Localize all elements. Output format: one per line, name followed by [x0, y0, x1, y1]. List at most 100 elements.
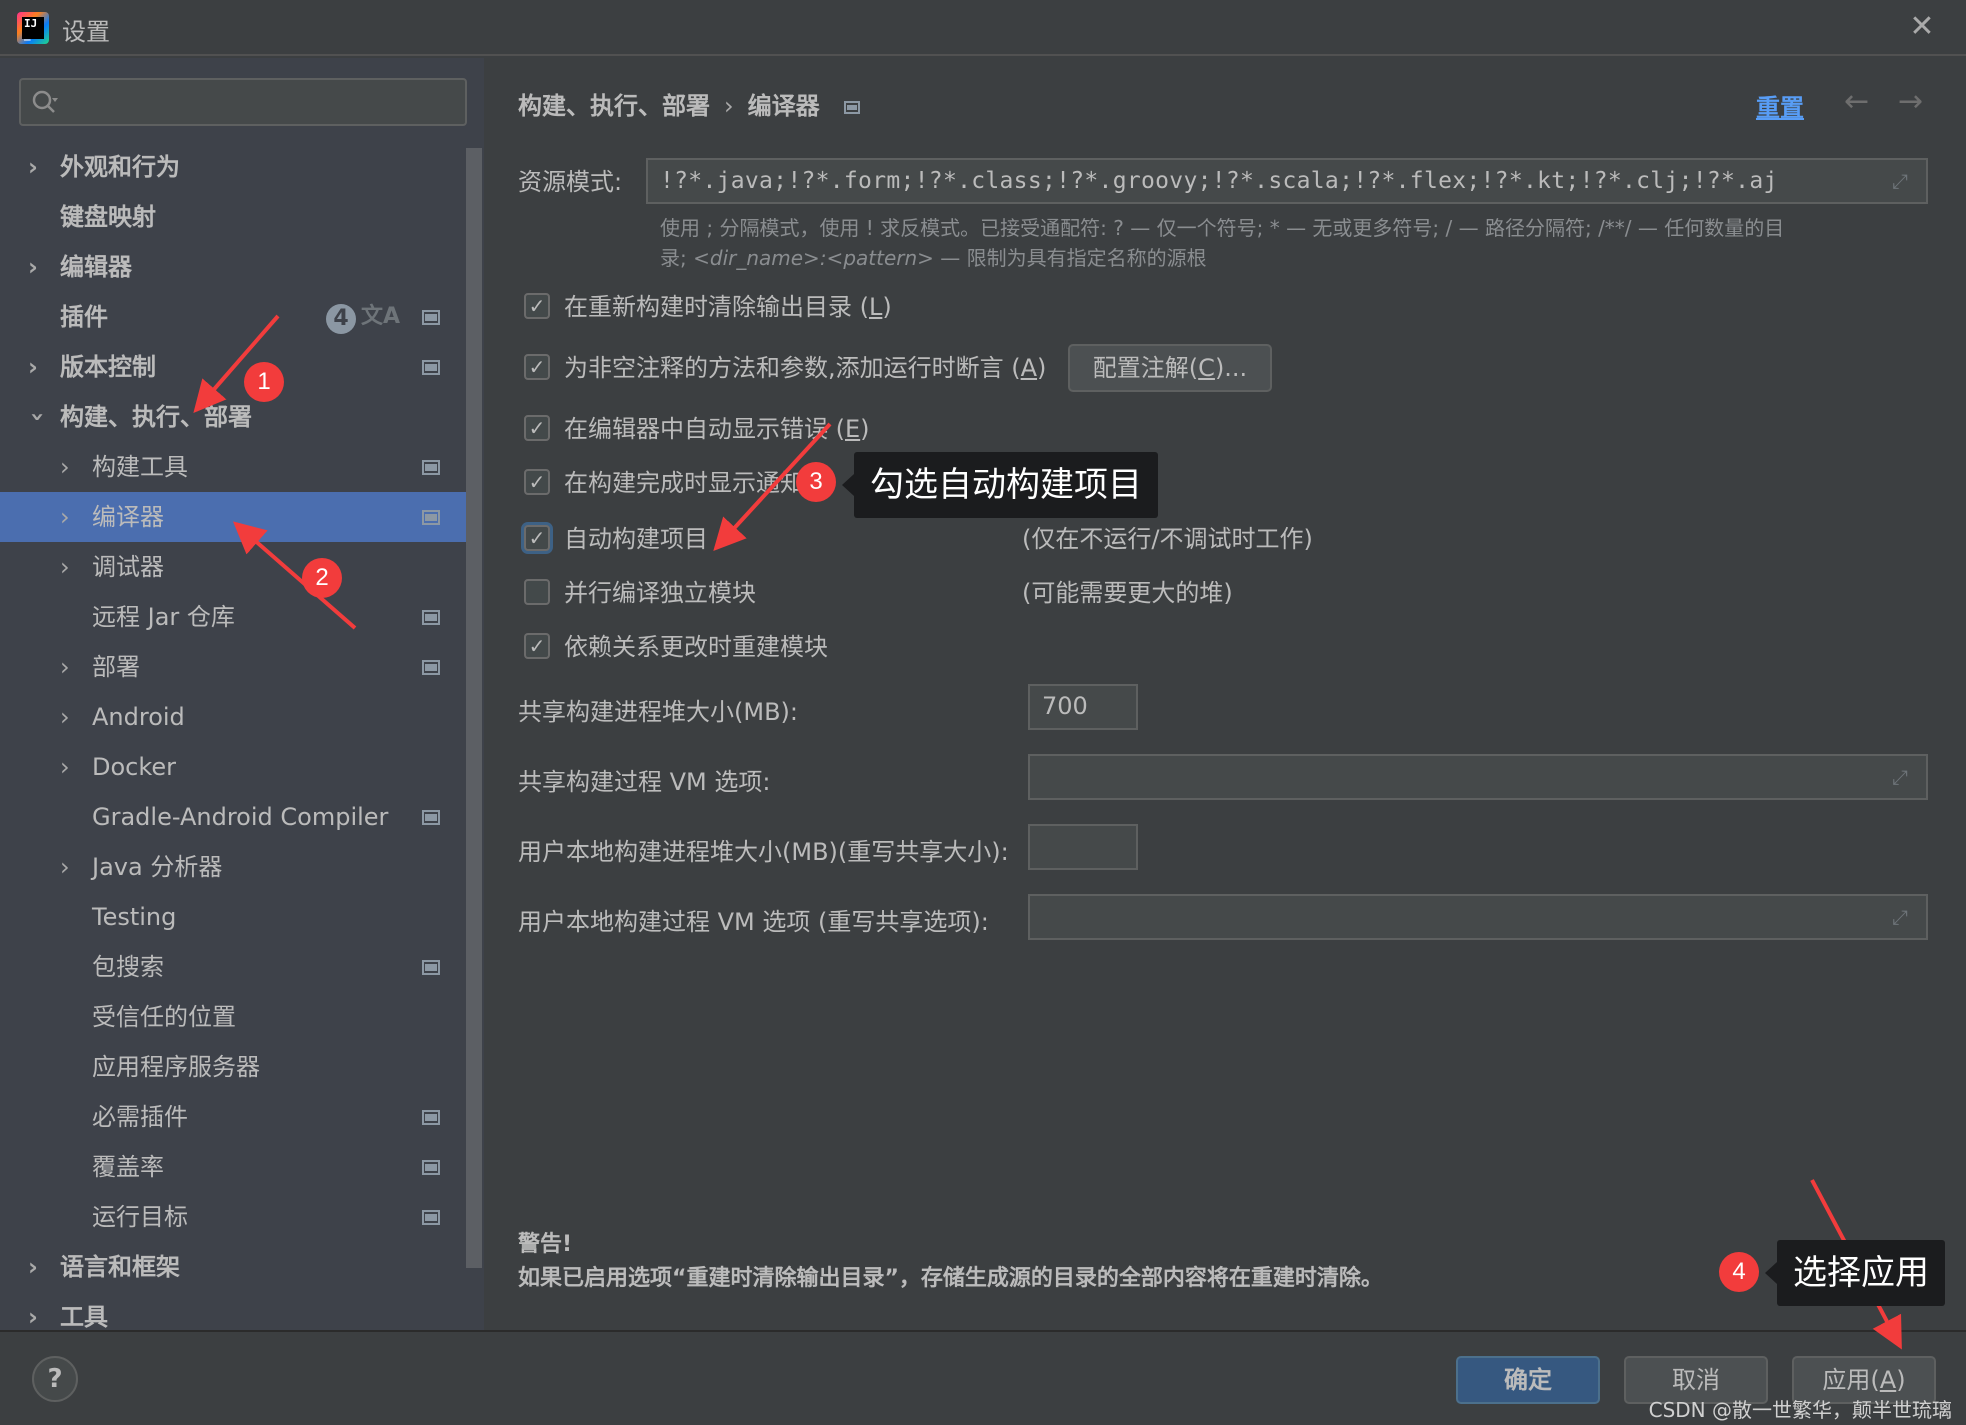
checkbox-checked-icon[interactable]: ✓ [524, 415, 550, 441]
tree-item-package-search[interactable]: 包搜索 [0, 942, 466, 992]
tree-item-gradle-android-compiler[interactable]: Gradle-Android Compiler [0, 792, 466, 842]
breadcrumb-parent[interactable]: 构建、执行、部署 [518, 92, 710, 120]
window-title: 设置 [62, 18, 110, 46]
project-settings-icon [422, 510, 440, 525]
tree-item-docker[interactable]: › Docker [0, 742, 466, 792]
tree-item-build-execution-deployment[interactable]: › 构建、执行、部署 [0, 392, 466, 442]
chevron-right-icon: › [28, 153, 38, 181]
forward-arrow-icon[interactable]: → [1898, 84, 1923, 119]
checkbox-checked-icon[interactable]: ✓ [524, 293, 550, 319]
ok-button[interactable]: 确定 [1456, 1356, 1600, 1404]
search-icon [32, 90, 58, 113]
translate-icon: 文A [360, 304, 400, 329]
chevron-right-icon: › [28, 253, 38, 281]
resource-patterns-hint: 使用 ; 分隔模式，使用 ! 求反模式。已接受通配符: ? — 仅一个符号; *… [660, 216, 1785, 270]
project-settings-icon [422, 610, 440, 625]
expand-icon[interactable]: ⤢ [1892, 170, 1914, 192]
checkbox-checked-icon[interactable]: ✓ [524, 354, 550, 380]
checkbox-checked-icon[interactable]: ✓ [524, 469, 550, 495]
project-settings-icon [843, 100, 860, 114]
tree-item-application-servers[interactable]: 应用程序服务器 [0, 1042, 466, 1092]
step-1-badge: 1 [244, 362, 284, 402]
back-arrow-icon[interactable]: ← [1844, 84, 1869, 119]
project-settings-icon [422, 810, 440, 825]
tree-item-languages-frameworks[interactable]: › 语言和框架 [0, 1242, 466, 1292]
chevron-down-icon: › [24, 412, 52, 422]
chevron-right-icon: › [60, 753, 70, 781]
dialog-footer: ? 确定 取消 应用(A) CSDN @散一世繁华，颠半世琉璃 [0, 1330, 1966, 1425]
tree-item-appearance[interactable]: › 外观和行为 [0, 142, 466, 192]
close-icon: ✕ [1909, 9, 1935, 44]
project-settings-icon [422, 1210, 440, 1225]
help-button[interactable]: ? [32, 1356, 78, 1402]
breadcrumb-current: 编译器 [747, 92, 820, 120]
chevron-right-icon: › [60, 553, 70, 581]
checkbox-unchecked-icon[interactable] [524, 579, 550, 605]
search-input[interactable] [19, 78, 467, 126]
heap-size-label: 共享构建进程堆大小(MB): [518, 698, 798, 726]
breadcrumb: 构建、执行、部署 › 编译器 [518, 86, 860, 121]
resource-patterns-label: 资源模式: [518, 168, 623, 196]
project-settings-icon [422, 1110, 440, 1125]
tree-item-editor[interactable]: › 编辑器 [0, 242, 466, 292]
checkbox-checked-icon[interactable]: ✓ [524, 525, 550, 551]
checkbox-checked-icon[interactable]: ✓ [524, 633, 550, 659]
tree-item-testing[interactable]: Testing [0, 892, 466, 942]
heap-size-input[interactable]: 700 [1028, 684, 1138, 730]
tree-item-required-plugins[interactable]: 必需插件 [0, 1092, 466, 1142]
chevron-right-icon: › [28, 1253, 38, 1281]
tree-item-android[interactable]: › Android [0, 692, 466, 742]
project-settings-icon [422, 960, 440, 975]
step-4-callout: 选择应用 [1765, 1240, 1945, 1306]
compiler-settings-panel: 构建、执行、部署 › 编译器 重置 ← → 资源模式: !?*.java;!?*.f… [484, 58, 1966, 1330]
expand-icon[interactable]: ⤢ [1892, 906, 1914, 928]
update-count-badge: 4 [326, 304, 356, 334]
reset-link[interactable]: 重置 [1756, 88, 1804, 123]
project-settings-icon [422, 360, 440, 375]
user-vm-options-label: 用户本地构建过程 VM 选项 (重写共享选项): [518, 908, 989, 936]
tree-item-deployment[interactable]: › 部署 [0, 642, 466, 692]
tree-item-version-control[interactable]: › 版本控制 [0, 342, 466, 392]
close-button[interactable]: ✕ [1906, 12, 1938, 44]
step-4-badge: 4 [1719, 1252, 1759, 1292]
expand-icon[interactable]: ⤢ [1892, 766, 1914, 788]
sidebar-scrollbar[interactable] [466, 148, 482, 1268]
warning-title: 警告! [518, 1232, 573, 1257]
breadcrumb-separator: › [724, 92, 734, 120]
chevron-right-icon: › [60, 653, 70, 681]
configure-annotations-button[interactable]: 配置注解(C)... [1068, 344, 1272, 392]
auto-build-note: (仅在不运行/不调试时工作) [1022, 525, 1313, 553]
chevron-right-icon: › [60, 503, 70, 531]
tree-item-compiler[interactable]: › 编译器 [0, 492, 466, 542]
chevron-right-icon: › [60, 853, 70, 881]
warning-message: 警告! 如果已启用选项“重建时清除输出目录”，存储生成源的目录的全部内容将在重建… [518, 1228, 1383, 1296]
tree-item-remote-jar-repos[interactable]: 远程 Jar 仓库 [0, 592, 466, 642]
tree-item-plugins[interactable]: 插件 4 文A [0, 292, 466, 342]
step-3-callout: 勾选自动构建项目 [842, 452, 1158, 518]
user-heap-size-label: 用户本地构建进程堆大小(MB)(重写共享大小): [518, 838, 1009, 866]
tree-item-trusted-locations[interactable]: 受信任的位置 [0, 992, 466, 1042]
user-heap-size-input[interactable] [1028, 824, 1138, 870]
resource-patterns-input[interactable]: !?*.java;!?*.form;!?*.class;!?*.groovy;!… [646, 158, 1928, 204]
tree-item-keymap[interactable]: 键盘映射 [0, 192, 466, 242]
tree-item-debugger[interactable]: › 调试器 [0, 542, 466, 592]
tree-item-coverage[interactable]: 覆盖率 [0, 1142, 466, 1192]
intellij-logo-icon: IJ _ [17, 12, 49, 44]
csdn-watermark: CSDN @散一世繁华，颠半世琉璃 [1648, 1398, 1952, 1422]
settings-sidebar: › 外观和行为 键盘映射 › 编辑器 插件 4 文A › 版本控制 › 构建、执行、部署 ›… [0, 58, 484, 1331]
warning-text: 如果已启用选项“重建时清除输出目录”，存储生成源的目录的全部内容将在重建时清除。 [518, 1266, 1383, 1291]
title-bar: IJ _ 设置 ✕ [0, 0, 1966, 56]
tree-item-build-tools[interactable]: › 构建工具 [0, 442, 466, 492]
chevron-right-icon: › [28, 353, 38, 381]
project-settings-icon [422, 460, 440, 475]
tree-item-java-profiler[interactable]: › Java 分析器 [0, 842, 466, 892]
vm-options-input[interactable]: ⤢ [1028, 754, 1928, 800]
chevron-right-icon: › [60, 453, 70, 481]
step-2-badge: 2 [302, 558, 342, 598]
user-vm-options-input[interactable]: ⤢ [1028, 894, 1928, 940]
project-settings-icon [422, 1160, 440, 1175]
tree-item-run-targets[interactable]: 运行目标 [0, 1192, 466, 1242]
settings-tree: › 外观和行为 键盘映射 › 编辑器 插件 4 文A › 版本控制 › 构建、执行、部署 ›… [0, 142, 466, 1342]
project-settings-icon [422, 660, 440, 675]
step-3-badge: 3 [796, 462, 836, 502]
